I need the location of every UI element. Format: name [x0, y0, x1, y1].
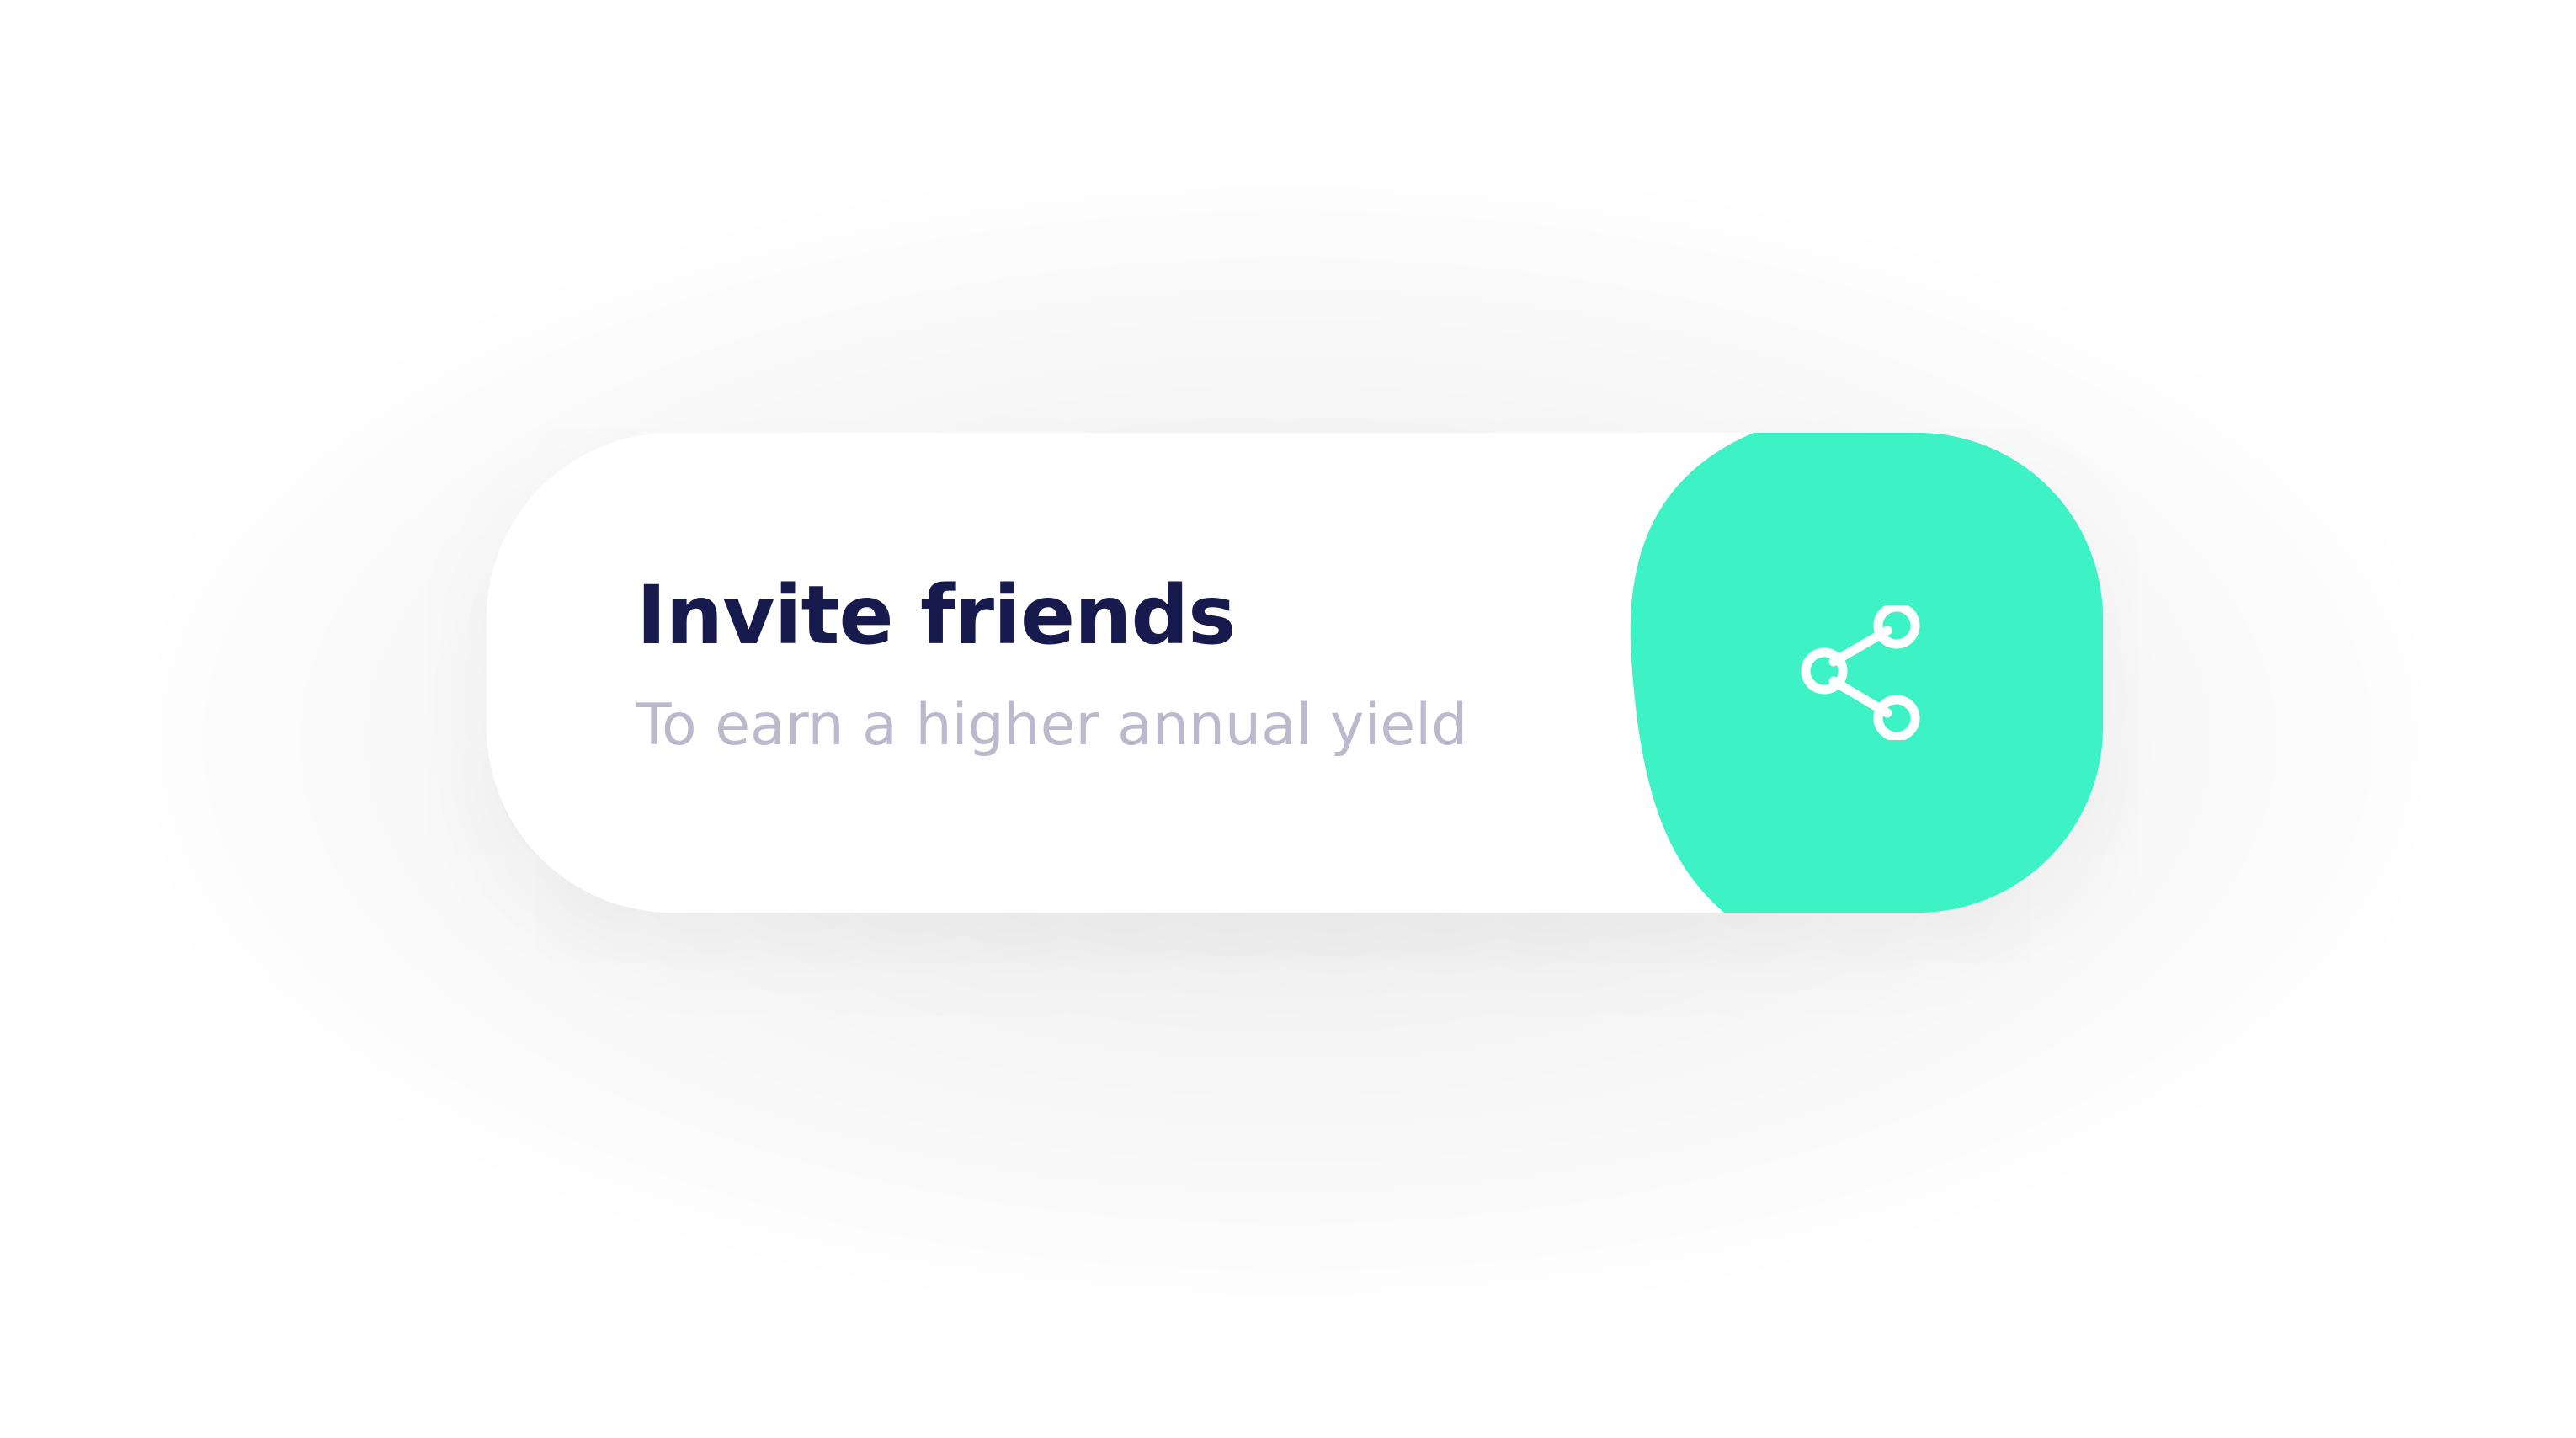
stage: Invite friends To earn a higher annual y… — [0, 0, 2576, 1438]
invite-friends-card[interactable]: Invite friends To earn a higher annual y… — [487, 433, 2103, 913]
share-icon — [1801, 605, 1920, 740]
